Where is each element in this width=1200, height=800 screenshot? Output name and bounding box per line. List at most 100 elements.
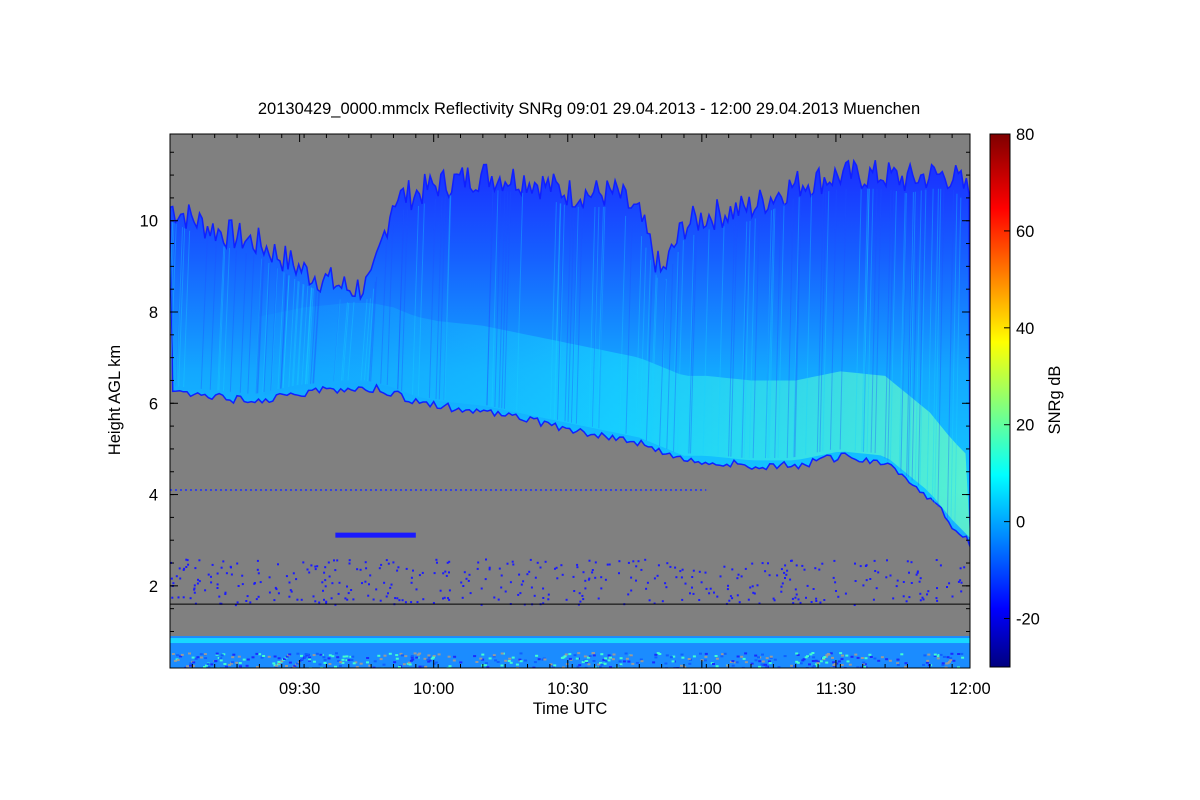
speckle xyxy=(821,562,824,565)
surface-speckle xyxy=(347,659,351,662)
speckle xyxy=(325,600,328,603)
surface-speckle xyxy=(680,653,684,656)
speckle xyxy=(268,576,271,579)
speckle xyxy=(302,561,305,564)
surface-speckle xyxy=(922,663,926,666)
speckle xyxy=(500,574,503,577)
surface-speckle xyxy=(395,657,399,660)
speckle xyxy=(584,579,587,582)
surface-speckle xyxy=(627,660,631,663)
surface-speckle xyxy=(339,661,343,664)
speckle xyxy=(436,561,438,564)
surface-speckle xyxy=(754,659,758,662)
speckle xyxy=(359,568,362,571)
speckle xyxy=(463,571,466,574)
surface-speckle xyxy=(400,654,404,657)
surface-speckle xyxy=(336,656,340,659)
speckle xyxy=(485,558,487,561)
speckle xyxy=(814,567,817,570)
surface-speckle xyxy=(214,660,218,662)
y-tick-label: 4 xyxy=(149,487,158,505)
speckle xyxy=(799,601,802,604)
surface-speckle xyxy=(481,653,485,656)
speckle xyxy=(415,588,418,591)
surface-speckle xyxy=(459,661,463,664)
speckle xyxy=(433,572,436,575)
speckle xyxy=(579,600,582,603)
surface-speckle xyxy=(761,660,765,663)
speckle xyxy=(255,598,258,601)
speckle xyxy=(477,561,480,564)
speckle xyxy=(833,559,836,562)
speckle xyxy=(517,593,520,596)
speckle xyxy=(869,578,872,580)
surface-speckle xyxy=(415,656,419,659)
speckle xyxy=(348,562,351,565)
speckle xyxy=(723,565,726,568)
surface-speckle xyxy=(758,660,762,663)
y-tick-label: 2 xyxy=(149,578,158,596)
x-tick-label: 10:00 xyxy=(413,680,454,698)
speckle xyxy=(465,577,468,580)
surface-speckle xyxy=(452,659,456,662)
speckle xyxy=(691,576,694,578)
surface-speckle xyxy=(808,663,811,666)
speckle xyxy=(648,599,651,602)
speckle xyxy=(289,589,292,592)
surface-speckle xyxy=(802,658,806,661)
surface-speckle xyxy=(949,657,953,660)
speckle xyxy=(803,568,806,571)
speckle xyxy=(229,565,232,568)
surface-speckle xyxy=(519,660,523,663)
surface-speckle xyxy=(961,656,965,659)
colorbar-tick-label: 60 xyxy=(1016,223,1034,241)
speckle xyxy=(241,583,244,586)
speckle xyxy=(547,593,550,596)
speckle xyxy=(644,558,647,561)
surface-speckle xyxy=(736,655,740,658)
speckle xyxy=(334,569,337,572)
speckle xyxy=(910,561,913,564)
surface-speckle xyxy=(839,652,843,655)
speckle xyxy=(216,587,219,589)
speckle xyxy=(691,586,693,589)
speckle xyxy=(859,565,862,568)
surface-speckle xyxy=(823,656,827,658)
speckle xyxy=(756,584,759,587)
speckle xyxy=(835,590,837,592)
speckle xyxy=(797,598,800,601)
surface-speckle xyxy=(877,659,881,662)
speckle xyxy=(241,574,244,577)
speckle xyxy=(935,559,938,561)
speckle xyxy=(665,586,668,589)
speckle xyxy=(781,582,784,585)
y-axis-label: Height AGL km xyxy=(106,345,124,455)
speckle xyxy=(410,576,413,579)
speckle xyxy=(812,588,815,590)
speckle xyxy=(277,592,280,595)
surface-speckle xyxy=(189,664,192,667)
surface-speckle xyxy=(577,652,581,655)
speckle xyxy=(528,570,531,573)
surface-speckle xyxy=(176,659,180,662)
speckle xyxy=(572,575,575,578)
speckle xyxy=(637,560,640,563)
speckle xyxy=(669,565,672,568)
speckle xyxy=(324,566,327,569)
surface-speckle xyxy=(196,656,200,659)
surface-speckle xyxy=(635,661,639,664)
speckle xyxy=(277,563,279,566)
speckle xyxy=(772,597,775,600)
surface-speckle xyxy=(352,662,356,665)
surface-speckle xyxy=(960,652,964,655)
surface-speckle xyxy=(680,664,683,667)
speckle xyxy=(768,574,771,577)
surface-speckle xyxy=(720,655,724,658)
speckle xyxy=(361,582,363,585)
surface-speckle xyxy=(418,652,422,655)
surface-speckle xyxy=(388,652,392,655)
speckle xyxy=(578,592,581,595)
speckle xyxy=(764,570,767,573)
speckle xyxy=(960,590,963,593)
y-tick-label: 6 xyxy=(149,395,158,413)
